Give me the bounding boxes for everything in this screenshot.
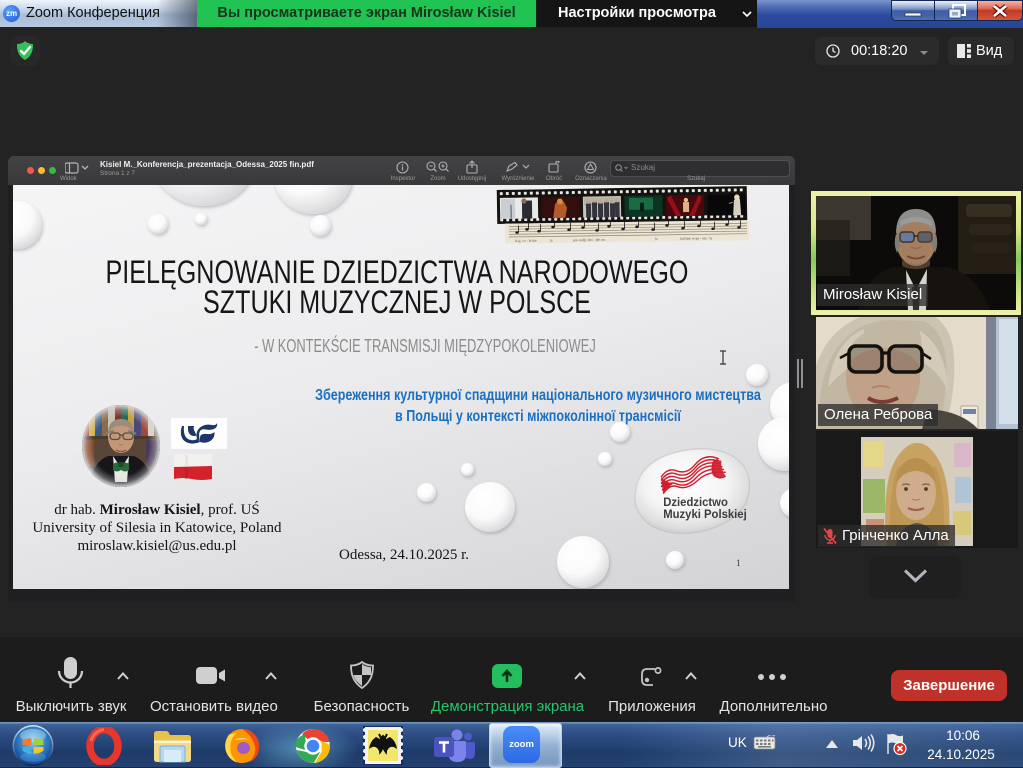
svg-text:Dziedzictwo: Dziedzictwo: [663, 497, 728, 509]
svg-text:ly: ly: [550, 238, 553, 242]
svg-text:le: le: [655, 237, 658, 241]
svg-text:lud dak wspa - nia - ly: lud dak wspa - nia - ly: [680, 236, 712, 240]
svg-text:Kuj. co - le bie: Kuj. co - le bie: [515, 239, 537, 243]
svg-text:Muzyki Polskiej: Muzyki Polskiej: [663, 509, 746, 521]
svg-text:pie-cud(y dro - jde nw.: pie-cud(y dro - jde nw.: [573, 238, 606, 242]
